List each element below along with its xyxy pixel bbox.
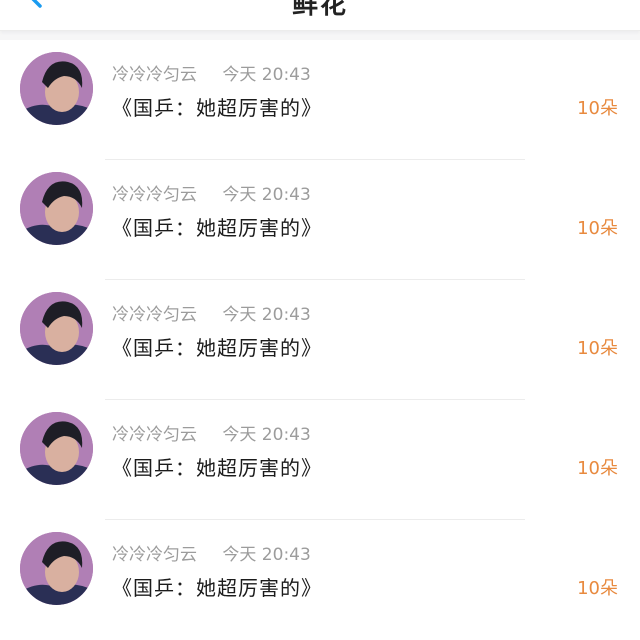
avatar[interactable] [20,412,93,485]
flower-count: 10朵 [577,578,618,599]
gift-time: 今天 20:43 [222,185,311,205]
sender-name: 冷冷冷匀云 [112,425,197,445]
gift-row[interactable]: 冷冷冷匀云 今天 20:43 《国乒：她超厉害的》 10朵 [0,280,640,400]
sender-name: 冷冷冷匀云 [112,65,197,85]
gift-row[interactable]: 冷冷冷匀云 今天 20:43 《国乒：她超厉害的》 10朵 [0,520,640,640]
gift-meta: 冷冷冷匀云 今天 20:43 [112,180,311,205]
gift-meta: 冷冷冷匀云 今天 20:43 [112,540,311,565]
gift-time: 今天 20:43 [222,65,311,85]
flower-count: 10朵 [577,98,618,119]
page-title: 鲜花 [291,0,348,20]
gift-message: 《国乒：她超厉害的》 [112,456,322,480]
flower-count: 10朵 [577,338,618,359]
gift-time: 今天 20:43 [222,305,311,325]
gift-meta: 冷冷冷匀云 今天 20:43 [112,420,311,445]
gift-time: 今天 20:43 [222,545,311,565]
sender-name: 冷冷冷匀云 [112,185,197,205]
gift-row[interactable]: 冷冷冷匀云 今天 20:43 《国乒：她超厉害的》 10朵 [0,400,640,520]
gift-message: 《国乒：她超厉害的》 [112,216,322,240]
gift-time: 今天 20:43 [222,425,311,445]
top-nav-bar: 鲜花 [0,0,640,31]
gift-message: 《国乒：她超厉害的》 [112,576,322,600]
flower-count: 10朵 [577,458,618,479]
avatar[interactable] [20,52,93,125]
gift-message: 《国乒：她超厉害的》 [112,96,322,120]
avatar[interactable] [20,172,93,245]
gift-meta: 冷冷冷匀云 今天 20:43 [112,300,311,325]
sender-name: 冷冷冷匀云 [112,305,197,325]
gift-message: 《国乒：她超厉害的》 [112,336,322,360]
gift-row[interactable]: 冷冷冷匀云 今天 20:43 《国乒：她超厉害的》 10朵 [0,40,640,160]
avatar[interactable] [20,532,93,605]
flower-count: 10朵 [577,218,618,239]
gift-meta: 冷冷冷匀云 今天 20:43 [112,60,311,85]
gift-list: 冷冷冷匀云 今天 20:43 《国乒：她超厉害的》 10朵 冷冷冷匀云 今天 2… [0,40,640,640]
sender-name: 冷冷冷匀云 [112,545,197,565]
gift-row[interactable]: 冷冷冷匀云 今天 20:43 《国乒：她超厉害的》 10朵 [0,160,640,280]
avatar[interactable] [20,292,93,365]
